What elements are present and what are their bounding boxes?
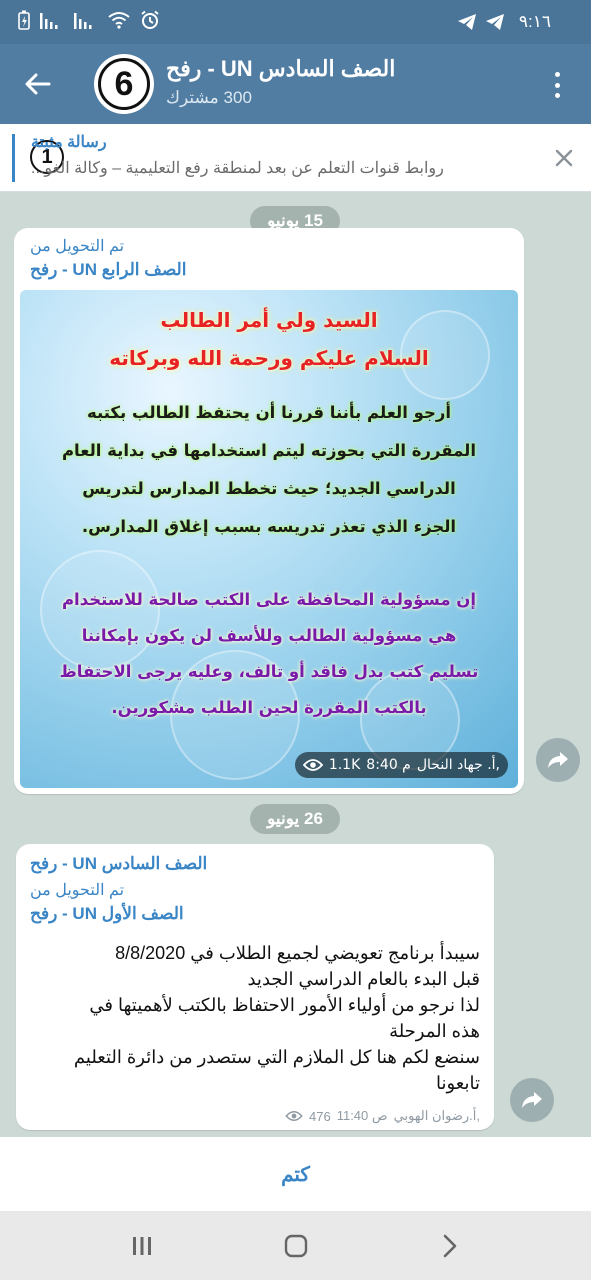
channel-avatar[interactable]: 6: [94, 54, 154, 114]
alarm-icon: [141, 10, 159, 29]
recent-apps-icon: [133, 1237, 151, 1255]
view-count: 476: [309, 1108, 331, 1124]
image-greeting-1: السيد ولي أمر الطالب: [160, 308, 378, 332]
message-line: سيبدأ برنامج تعويضي لجميع الطلاب في 8/8/…: [115, 943, 480, 963]
image-paragraph-line: تسليم كتب بدل فاقد أو تالف، وعليه يرجى ا…: [59, 662, 479, 681]
battery-icon: [18, 10, 30, 30]
image-paragraph-line: إن مسؤولية المحافظة على الكتب صالحة للاس…: [61, 590, 477, 609]
chat-header: 6 الصف السادس UN - رفح 300 مشترك: [0, 44, 591, 124]
image-paragraph-line: الجزء الذي تعذر تدريسه بسبب إغلاق المدار…: [81, 517, 457, 536]
dot-icon: [554, 93, 560, 98]
arrow-left-icon: [25, 73, 51, 95]
share-arrow-icon: [522, 1092, 542, 1108]
forwarded-label: تم التحويل من: [30, 238, 125, 255]
bottom-action-bar: كتم: [0, 1137, 591, 1211]
telegram-icon: [457, 14, 476, 30]
image-paragraph-line: هي مسؤولية الطالب وللأسف لن يكون بإمكانن…: [81, 626, 457, 645]
chevron-right-icon: [443, 1234, 457, 1258]
message-bubble[interactable]: الصف السادس UN - رفح تم التحويل من الصف …: [16, 844, 494, 1130]
status-time: ٩:١٦: [518, 12, 551, 31]
recent-apps-button[interactable]: [122, 1229, 162, 1263]
forwarded-from-link[interactable]: الصف الأول UN - رفح: [30, 904, 480, 924]
forward-header: الصف السادس UN - رفح تم التحويل من الصف …: [30, 854, 480, 924]
mute-button[interactable]: كتم: [281, 1162, 310, 1187]
subscriber-count: 300 مشترك: [166, 88, 252, 107]
signal-icon: [74, 13, 92, 29]
pinned-title: رسالة مثبتة: [31, 134, 107, 151]
image-paragraph-line: الدراسي الجديد؛ حيث تخطط المدارس لتدريس: [82, 479, 456, 498]
back-button[interactable]: [16, 64, 60, 104]
home-button[interactable]: [276, 1229, 316, 1263]
status-bar: ٩:١٦: [0, 0, 591, 44]
forward-header: تم التحويل من الصف الرابع UN - رفح: [30, 236, 510, 280]
forwarded-label: تم التحويل من: [30, 882, 125, 899]
system-nav-bar: [0, 1211, 591, 1280]
image-paragraph-line: المقررة التي بحوزته ليتم استخدامها في بد…: [61, 441, 477, 460]
channel-name-link[interactable]: الصف السادس UN - رفح: [30, 854, 480, 874]
message-image[interactable]: السيد ولي أمر الطالب السلام عليكم ورحمة …: [20, 290, 518, 788]
status-icons-left: [18, 10, 160, 30]
message-author: أ.رضوان الهوبي,: [393, 1108, 480, 1123]
image-paragraph-line: بالكتب المقررة لحين الطلب مشكورين.: [111, 698, 427, 717]
eye-icon: [285, 1110, 303, 1122]
pinned-text: روابط قنوات التعلم عن بعد لمنطقة رفع الت…: [31, 160, 444, 177]
close-pinned-button[interactable]: [552, 146, 576, 170]
pinned-message-bar[interactable]: 1 رسالة مثبتة روابط قنوات التعلم عن بعد …: [0, 124, 591, 192]
image-meta-badge: 1.1K 8:40 م أ. جهاد النحال,: [294, 752, 508, 778]
message-line: سنضع لكم هنا كل الملازم التي ستصدر من دا…: [73, 1047, 480, 1067]
wifi-icon: [108, 12, 130, 29]
image-paragraph-line: أرجو العلم بأننا قررنا أن يحتفظ الطالب ب…: [86, 403, 452, 422]
message-author: أ. جهاد النحال,: [416, 757, 500, 773]
telegram-icon: [485, 14, 504, 30]
date-separator: 26 يونيو: [250, 804, 340, 834]
view-count: 1.1K: [328, 757, 361, 773]
status-icons-right: ٩:١٦: [457, 12, 551, 32]
signal-icon: [40, 13, 58, 29]
message-line: تابعونا: [436, 1073, 480, 1093]
forwarded-from-link[interactable]: الصف الرابع UN - رفح: [30, 260, 510, 280]
dot-icon: [554, 82, 560, 88]
dot-icon: [554, 72, 560, 77]
image-greeting-2: السلام عليكم ورحمة الله وبركاته: [109, 346, 429, 370]
home-icon: [284, 1234, 308, 1258]
message-meta: 476 11:40 ص أ.رضوان الهوبي,: [285, 1108, 480, 1124]
message-line: لذا نرجو من أولياء الأمور الاحتفاظ بالكت…: [89, 995, 480, 1015]
channel-title[interactable]: الصف السادس UN - رفح: [166, 56, 395, 82]
back-nav-button[interactable]: [430, 1229, 470, 1263]
message-time: 8:40 م: [366, 757, 411, 773]
avatar-badge: 6: [98, 58, 150, 110]
message-time: 11:40 ص: [336, 1108, 388, 1123]
share-button[interactable]: [536, 738, 580, 782]
message-line: هذه المرحلة: [389, 1021, 480, 1041]
message-text: سيبدأ برنامج تعويضي لجميع الطلاب في 8/8/…: [30, 940, 480, 1096]
pinned-accent-bar: [12, 134, 15, 182]
message-line: قبل البدء بالعام الدراسي الجديد: [247, 969, 480, 989]
close-icon: [555, 149, 573, 167]
share-button[interactable]: [510, 1078, 554, 1122]
pinned-content: رسالة مثبتة روابط قنوات التعلم عن بعد لم…: [31, 132, 511, 178]
eye-icon: [302, 759, 323, 771]
share-arrow-icon: [548, 752, 568, 768]
more-menu-button[interactable]: [545, 70, 569, 100]
